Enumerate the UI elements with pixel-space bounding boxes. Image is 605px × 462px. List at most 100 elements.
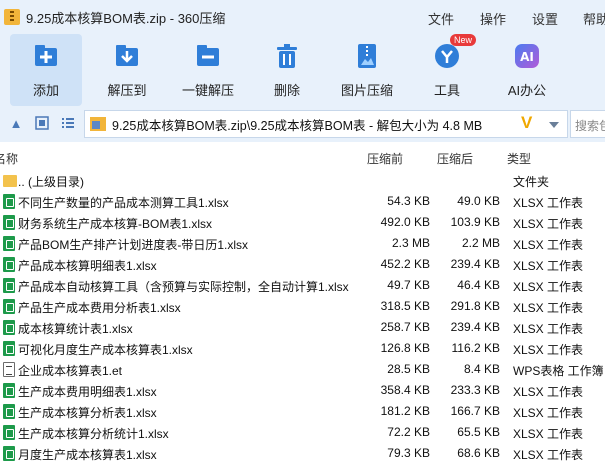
et-file-icon bbox=[3, 362, 15, 377]
ai-office-button[interactable]: AI AI办公 bbox=[491, 34, 563, 106]
size-after: 65.5 KB bbox=[457, 425, 500, 439]
file-row[interactable]: 成本核算统计表1.xlsx 258.7 KB 239.4 KB XLSX 工作表 bbox=[0, 317, 605, 338]
size-before: 181.2 KB bbox=[380, 404, 430, 418]
size-before: 72.2 KB bbox=[387, 425, 430, 439]
add-button-label: 添加 bbox=[32, 83, 59, 98]
size-after: 2.2 MB bbox=[461, 236, 500, 250]
file-type: 文件夹 bbox=[513, 175, 550, 189]
xlsx-file-icon bbox=[3, 215, 15, 230]
file-name: 生产成本费用明细表1.xlsx bbox=[18, 385, 157, 399]
xlsx-file-icon bbox=[3, 257, 15, 272]
file-row[interactable]: 产品生产成本费用分析表1.xlsx 318.5 KB 291.8 KB XLSX 工作… bbox=[0, 296, 605, 317]
column-name[interactable]: 名称 bbox=[0, 150, 18, 167]
file-name: .. (上级目录) bbox=[18, 175, 84, 189]
verify-v-icon[interactable]: V bbox=[521, 113, 532, 133]
image-compress-icon bbox=[353, 42, 381, 70]
file-name: 生产成本核算分析统计1.xlsx bbox=[18, 427, 169, 441]
column-after[interactable]: 压缩后 bbox=[437, 150, 473, 167]
xlsx-file-icon bbox=[3, 236, 15, 251]
size-after: 239.4 KB bbox=[450, 257, 500, 271]
extract-to-icon bbox=[113, 42, 141, 70]
size-after: 233.3 KB bbox=[450, 383, 500, 397]
file-name: 生产成本核算分析表1.xlsx bbox=[18, 406, 157, 420]
file-row[interactable]: 产品成本核算明细表1.xlsx 452.2 KB 239.4 KB XLSX 工作表 bbox=[0, 254, 605, 275]
address-bar[interactable]: 9.25成本核算BOM表.zip\9.25成本核算BOM表 - 解包大小为 4.… bbox=[84, 110, 568, 138]
delete-label: 删除 bbox=[273, 83, 300, 98]
file-row[interactable]: 生产成本核算分析统计1.xlsx 72.2 KB 65.5 KB XLSX 工作表 bbox=[0, 422, 605, 443]
search-input[interactable]: 搜索包 bbox=[570, 110, 605, 138]
add-button[interactable]: 添加 bbox=[10, 34, 82, 106]
xlsx-file-icon bbox=[3, 425, 15, 440]
file-row[interactable]: 生产成本费用明细表1.xlsx 358.4 KB 233.3 KB XLSX 工作表 bbox=[0, 380, 605, 401]
tools-label: 工具 bbox=[433, 83, 460, 98]
folder-icon bbox=[3, 175, 17, 187]
size-before: 126.8 KB bbox=[380, 341, 430, 355]
address-row: ▲ 9.25成本核算BOM表.zip\9.25成本核算BOM表 - 解包大小为 … bbox=[0, 106, 605, 142]
address-dropdown-icon[interactable] bbox=[549, 122, 559, 128]
file-type: XLSX 工作表 bbox=[513, 196, 584, 210]
size-after: 239.4 KB bbox=[450, 320, 500, 334]
extract-to-button[interactable]: 解压到 bbox=[91, 34, 163, 106]
new-badge: New bbox=[450, 34, 477, 46]
file-list: .. (上级目录) 文件夹不同生产数量的产品成本测算工具1.xlsx 54.3 KB… bbox=[0, 170, 605, 462]
file-type: WPS表格 工作簿 bbox=[513, 364, 604, 378]
size-before: 28.5 KB bbox=[387, 362, 430, 376]
size-before: 258.7 KB bbox=[380, 320, 430, 334]
size-before: 358.4 KB bbox=[380, 383, 430, 397]
file-name: 财务系统生产成本核算-BOM表1.xlsx bbox=[18, 217, 213, 231]
menu-operation[interactable]: 操作 bbox=[480, 9, 506, 28]
column-before[interactable]: 压缩前 bbox=[367, 150, 403, 167]
image-compress-label: 图片压缩 bbox=[340, 83, 393, 98]
one-click-extract-label: 一键解压 bbox=[181, 83, 234, 98]
file-row[interactable]: 生产成本核算分析表1.xlsx 181.2 KB 166.7 KB XLSX 工作表 bbox=[0, 401, 605, 422]
size-before: 492.0 KB bbox=[380, 215, 430, 229]
menu-file[interactable]: 文件 bbox=[428, 9, 454, 28]
size-after: 116.2 KB bbox=[451, 341, 500, 355]
file-row[interactable]: 可视化月度生产成本核算表1.xlsx 126.8 KB 116.2 KB XLSX 工… bbox=[0, 338, 605, 359]
column-header: 名称 压缩前 压缩后 类型 bbox=[0, 147, 605, 167]
size-after: 103.9 KB bbox=[450, 215, 500, 229]
ai-icon: AI bbox=[513, 42, 541, 70]
menu-help[interactable]: 帮助 bbox=[583, 9, 605, 28]
xlsx-file-icon bbox=[3, 341, 15, 356]
svg-text:AI: AI bbox=[520, 50, 534, 64]
file-type: XLSX 工作表 bbox=[513, 448, 584, 462]
image-compress-button[interactable]: 图片压缩 bbox=[331, 34, 403, 106]
xlsx-file-icon bbox=[3, 383, 15, 398]
file-row[interactable]: .. (上级目录) 文件夹 bbox=[0, 170, 605, 191]
file-name: 产品生产成本费用分析表1.xlsx bbox=[18, 301, 181, 315]
file-row[interactable]: 产品成本自动核算工具（含预算与实际控制，全自动计算1.xlsx 49.7 KB 46… bbox=[0, 275, 605, 296]
file-row[interactable]: 企业成本核算表1.et 28.5 KB 8.4 KB WPS表格 工作簿 bbox=[0, 359, 605, 380]
file-row[interactable]: 财务系统生产成本核算-BOM表1.xlsx 492.0 KB 103.9 KB XLS… bbox=[0, 212, 605, 233]
size-after: 46.4 KB bbox=[457, 278, 500, 292]
one-click-extract-icon bbox=[194, 42, 222, 70]
toolbar: 添加 解压到 一键解压 删除 图片压缩 工具 New AI AI办公 bbox=[0, 34, 605, 106]
file-type: XLSX 工作表 bbox=[513, 343, 584, 357]
menu-settings[interactable]: 设置 bbox=[532, 9, 558, 28]
column-type[interactable]: 类型 bbox=[507, 150, 531, 167]
size-before: 452.2 KB bbox=[380, 257, 430, 271]
file-type: XLSX 工作表 bbox=[513, 322, 584, 336]
file-row[interactable]: 产品BOM生产排产计划进度表-带日历1.xlsx 2.3 MB 2.2 MB XLSX… bbox=[0, 233, 605, 254]
size-before: 2.3 MB bbox=[391, 236, 430, 250]
up-arrow-icon[interactable]: ▲ bbox=[8, 116, 24, 132]
list-view-icon[interactable] bbox=[60, 116, 76, 132]
delete-button[interactable]: 删除 bbox=[251, 34, 323, 106]
file-row[interactable]: 月度生产成本核算表1.xlsx 79.3 KB 68.6 KB XLSX 工作表 bbox=[0, 443, 605, 462]
file-name: 产品BOM生产排产计划进度表-带日历1.xlsx bbox=[18, 238, 249, 252]
size-after: 68.6 KB bbox=[457, 446, 500, 460]
zip-archive-icon bbox=[4, 9, 20, 25]
file-type: XLSX 工作表 bbox=[513, 406, 584, 420]
file-type: XLSX 工作表 bbox=[513, 217, 584, 231]
ai-office-label: AI办公 bbox=[507, 83, 547, 98]
file-name: 不同生产数量的产品成本测算工具1.xlsx bbox=[18, 196, 229, 210]
size-after: 291.8 KB bbox=[450, 299, 500, 313]
size-before: 49.7 KB bbox=[387, 278, 430, 292]
size-after: 166.7 KB bbox=[450, 404, 500, 418]
large-icons-view-icon[interactable] bbox=[34, 116, 50, 132]
file-row[interactable]: 不同生产数量的产品成本测算工具1.xlsx 54.3 KB 49.0 KB XLSX … bbox=[0, 191, 605, 212]
file-type: XLSX 工作表 bbox=[513, 238, 584, 252]
xlsx-file-icon bbox=[3, 446, 15, 461]
one-click-extract-button[interactable]: 一键解压 bbox=[172, 34, 244, 106]
size-before: 79.3 KB bbox=[387, 446, 430, 460]
